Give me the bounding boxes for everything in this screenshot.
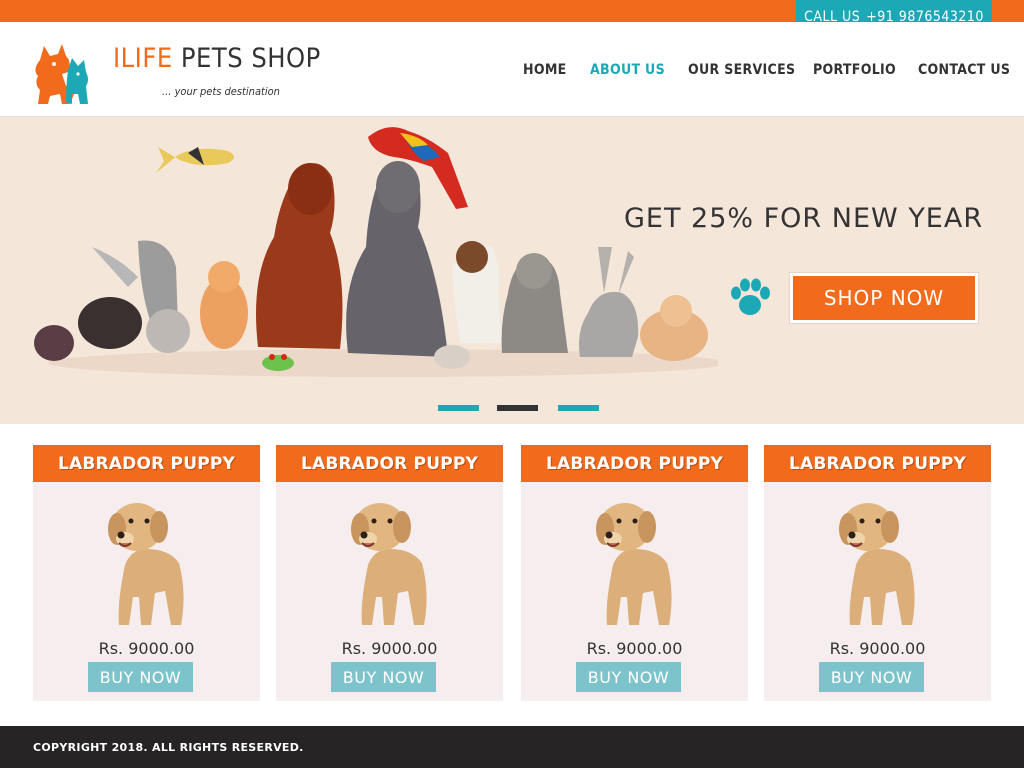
nav-home[interactable]: HOME xyxy=(523,62,567,78)
labrador-puppy-image[interactable] xyxy=(583,493,687,629)
site-footer: COPYRIGHT 2018. ALL RIGHTS RESERVED. xyxy=(0,726,1024,768)
labrador-puppy-image[interactable] xyxy=(95,493,199,629)
labrador-puppy-image[interactable] xyxy=(338,493,442,629)
product-title: LABRADOR PUPPY xyxy=(764,445,991,482)
labrador-puppy-image[interactable] xyxy=(826,493,930,629)
site-header: ILIFE PETS SHOP ... your pets destinatio… xyxy=(0,22,1024,117)
product-price: Rs. 9000.00 xyxy=(341,639,438,658)
product-card: LABRADOR PUPPY Rs. 9000.00 BUY NOW xyxy=(764,445,991,701)
slider-dot-1[interactable] xyxy=(438,405,479,411)
product-card: LABRADOR PUPPY Rs. 9000.00 BUY NOW xyxy=(521,445,748,701)
buy-now-button[interactable]: BUY NOW xyxy=(576,662,681,692)
slider-dot-3[interactable] xyxy=(558,405,599,411)
product-title: LABRADOR PUPPY xyxy=(521,445,748,482)
buy-now-button[interactable]: BUY NOW xyxy=(331,662,436,692)
product-price: Rs. 9000.00 xyxy=(98,639,195,658)
product-title: LABRADOR PUPPY xyxy=(33,445,260,482)
brand-tagline: ... your pets destination xyxy=(162,85,280,98)
product-title: LABRADOR PUPPY xyxy=(276,445,503,482)
shop-now-button[interactable]: SHOP NOW xyxy=(790,273,978,323)
buy-now-button[interactable]: BUY NOW xyxy=(88,662,193,692)
nav-portfolio[interactable]: PORTFOLIO xyxy=(813,62,896,78)
brand-accent: ILIFE xyxy=(113,43,173,74)
product-card: LABRADOR PUPPY Rs. 9000.00 BUY NOW xyxy=(276,445,503,701)
hero-banner: GET 25% FOR NEW YEAR SHOP NOW xyxy=(0,117,1024,424)
pets-group-image xyxy=(34,127,718,377)
paw-icon xyxy=(731,278,770,315)
product-card: LABRADOR PUPPY Rs. 9000.00 BUY NOW xyxy=(33,445,260,701)
product-price: Rs. 9000.00 xyxy=(586,639,683,658)
brand-name[interactable]: ILIFE PETS SHOP xyxy=(113,43,321,74)
dog-cat-logo-icon[interactable] xyxy=(32,42,92,106)
brand-rest: PETS SHOP xyxy=(180,43,321,74)
nav-contact-us[interactable]: CONTACT US xyxy=(918,62,1010,78)
nav-about-us[interactable]: ABOUT US xyxy=(590,62,665,78)
product-price: Rs. 9000.00 xyxy=(829,639,926,658)
nav-our-services[interactable]: OUR SERVICES xyxy=(688,62,795,78)
buy-now-button[interactable]: BUY NOW xyxy=(819,662,924,692)
copyright-text: COPYRIGHT 2018. ALL RIGHTS RESERVED. xyxy=(33,741,304,754)
promo-headline: GET 25% FOR NEW YEAR xyxy=(624,203,984,234)
slider-dot-2-active[interactable] xyxy=(497,405,538,411)
